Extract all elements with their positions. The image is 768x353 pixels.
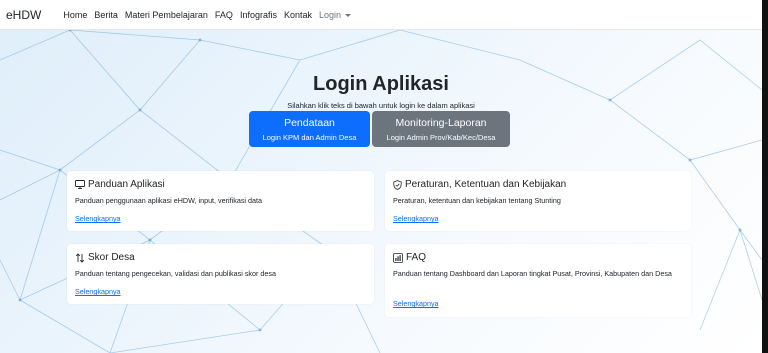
card-text: Peraturan, ketentuan dan kebijakan tenta… — [393, 196, 561, 205]
monitoring-login-button[interactable]: Monitoring-Laporan Login Admin Prov/Kab/… — [372, 111, 510, 147]
card-text: Panduan tentang pengecekan, validasi dan… — [75, 269, 276, 278]
nav-login-label: Login — [319, 9, 342, 20]
sort-arrows-icon — [75, 252, 85, 263]
brand-logo[interactable]: eHDW — [6, 8, 41, 22]
card-title-text: FAQ — [406, 252, 427, 263]
selengkapnya-link[interactable]: Selengkapnya — [75, 287, 121, 296]
card-skor-desa: Skor Desa Panduan tentang pengecekan, va… — [67, 244, 374, 304]
nav-berita[interactable]: Berita — [94, 10, 118, 20]
nav-kontak[interactable]: Kontak — [284, 10, 312, 20]
card-title: Skor Desa — [75, 252, 366, 263]
card-title-text: Peraturan, Ketentuan dan Kebijakan — [405, 179, 567, 190]
shield-check-icon — [393, 179, 402, 190]
nav-login-dropdown[interactable]: Login — [319, 9, 352, 20]
card-title: Peraturan, Ketentuan dan Kebijakan — [393, 179, 683, 190]
selengkapnya-link[interactable]: Selengkapnya — [393, 299, 439, 308]
page-subtitle: Silahkan klik teks di bawah untuk login … — [287, 101, 475, 110]
window-edge — [762, 0, 768, 353]
card-title: FAQ — [393, 252, 683, 263]
nav-infografis[interactable]: Infografis — [240, 10, 277, 20]
card-panduan-aplikasi: Panduan Aplikasi Panduan penggunaan apli… — [67, 171, 374, 231]
card-title: Panduan Aplikasi — [75, 179, 366, 190]
card-faq: FAQ Panduan tentang Dashboard dan Lapora… — [385, 244, 691, 317]
card-title-text: Panduan Aplikasi — [88, 179, 165, 190]
nav-faq[interactable]: FAQ — [215, 10, 233, 20]
monitoring-button-subtitle: Login Admin Prov/Kab/Kec/Desa — [386, 133, 496, 142]
pendataan-login-button[interactable]: Pendataan Login KPM dan Admin Desa — [249, 111, 370, 147]
card-peraturan: Peraturan, Ketentuan dan Kebijakan Perat… — [385, 171, 691, 231]
card-text: Panduan penggunaan aplikasi eHDW, input,… — [75, 196, 262, 205]
top-navbar: eHDW Home Berita Materi Pembelajaran FAQ… — [0, 0, 762, 30]
nav-materi[interactable]: Materi Pembelajaran — [125, 10, 208, 20]
card-text: Panduan tentang Dashboard dan Laporan ti… — [393, 269, 672, 278]
page-frame: eHDW Home Berita Materi Pembelajaran FAQ… — [0, 0, 762, 353]
selengkapnya-link[interactable]: Selengkapnya — [393, 214, 439, 223]
card-title-text: Skor Desa — [88, 252, 135, 263]
nav-home[interactable]: Home — [63, 10, 87, 20]
bar-chart-icon — [393, 252, 403, 263]
monitor-icon — [75, 180, 85, 189]
chevron-down-icon — [345, 13, 352, 17]
selengkapnya-link[interactable]: Selengkapnya — [75, 214, 121, 223]
monitoring-button-title: Monitoring-Laporan — [395, 117, 487, 129]
pendataan-button-subtitle: Login KPM dan Admin Desa — [262, 133, 357, 142]
pendataan-button-title: Pendataan — [284, 117, 335, 129]
page-title: Login Aplikasi — [313, 73, 449, 95]
